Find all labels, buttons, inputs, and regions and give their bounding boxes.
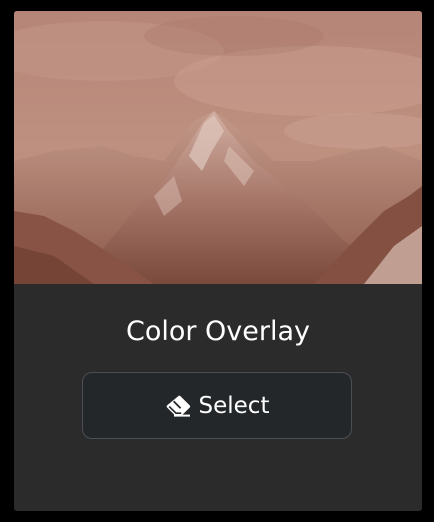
effect-title: Color Overlay [125, 316, 311, 347]
mountain-landscape-image [14, 11, 422, 284]
select-button-label: Select [198, 392, 270, 419]
select-button[interactable]: Select [82, 372, 352, 439]
eraser-icon [165, 395, 191, 417]
effect-card: Color Overlay Select [14, 11, 422, 511]
preview-image [14, 11, 422, 284]
